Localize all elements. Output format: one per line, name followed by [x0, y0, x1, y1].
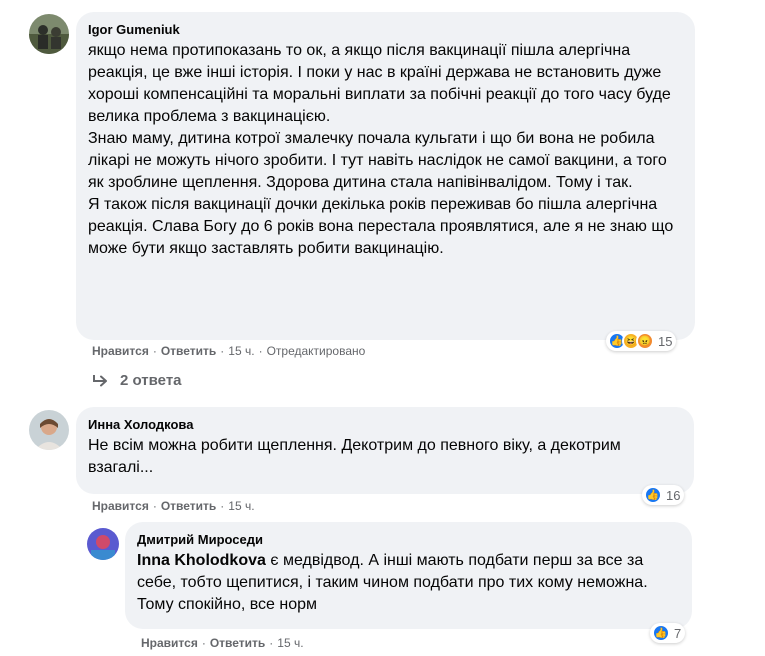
- edited-label: Отредактировано: [266, 344, 366, 358]
- comment-author[interactable]: Инна Холодкова: [88, 417, 682, 432]
- reply-bubble: Дмитрий Мироседи Inna Kholodkova є медві…: [125, 522, 692, 629]
- comment-actions: Нравится · Ответить · 15 ч.: [141, 636, 304, 650]
- like-link[interactable]: Нравится: [141, 636, 198, 650]
- avatar-photo-icon: [29, 410, 69, 450]
- avatar-photo-icon: [29, 14, 69, 54]
- reaction-count: 15: [658, 333, 673, 349]
- comment-author[interactable]: Igor Gumeniuk: [88, 22, 683, 37]
- reaction-count: 7: [674, 625, 682, 641]
- like-reaction-icon: 👍: [652, 624, 670, 642]
- reply-link[interactable]: Ответить: [161, 499, 216, 513]
- avatar[interactable]: [29, 14, 69, 54]
- reply-link[interactable]: Ответить: [210, 636, 265, 650]
- reaction-count: 16: [666, 487, 681, 503]
- comment-author[interactable]: Дмитрий Мироседи: [137, 532, 680, 547]
- like-link[interactable]: Нравится: [92, 344, 149, 358]
- comment-bubble: Igor Gumeniuk якщо нема протипоказань то…: [76, 12, 695, 340]
- reactions-summary[interactable]: 👍 16: [642, 485, 685, 505]
- timestamp[interactable]: 15 ч.: [228, 344, 254, 358]
- reply-link[interactable]: Ответить: [161, 344, 216, 358]
- replies-count-label: 2 ответа: [120, 372, 182, 389]
- like-link[interactable]: Нравится: [92, 499, 149, 513]
- mention-link[interactable]: Inna Kholodkova: [137, 552, 266, 569]
- timestamp[interactable]: 15 ч.: [277, 636, 303, 650]
- comment-text: Inna Kholodkova є медвідвод. А інші мают…: [137, 550, 680, 616]
- timestamp[interactable]: 15 ч.: [228, 499, 254, 513]
- comment-actions: Нравится · Ответить · 15 ч.: [92, 499, 255, 513]
- like-reaction-icon: 👍: [644, 486, 662, 504]
- avatar-photo-icon: [87, 528, 119, 560]
- angry-reaction-icon: 😠: [636, 332, 654, 350]
- avatar[interactable]: [29, 410, 69, 450]
- view-replies-link[interactable]: 2 ответа: [92, 372, 182, 389]
- comment-text: якщо нема протипоказань то ок, а якщо пі…: [88, 42, 674, 257]
- reactions-summary[interactable]: 👍 7: [650, 623, 686, 643]
- avatar[interactable]: [87, 528, 119, 560]
- comment-bubble: Инна Холодкова Не всім можна робити щепл…: [76, 407, 694, 494]
- comment-actions: Нравится · Ответить · 15 ч. · Отредактировано: [92, 344, 366, 358]
- reply-arrow-icon: [93, 374, 107, 386]
- reactions-summary[interactable]: 👍 😆 😠 15: [606, 331, 677, 351]
- comment-text: Не всім можна робити щеплення. Декотрим …: [88, 437, 626, 476]
